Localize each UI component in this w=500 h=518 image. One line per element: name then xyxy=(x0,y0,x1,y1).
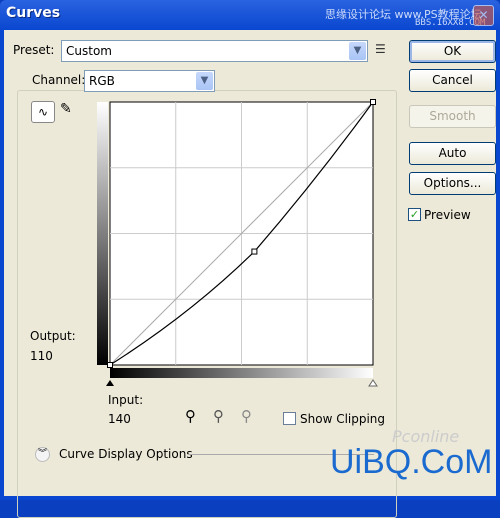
expand-chevron-icon[interactable]: ︾ xyxy=(35,447,50,462)
white-point-slider xyxy=(368,379,378,387)
show-clipping-checkbox[interactable] xyxy=(283,412,296,425)
black-eyedropper-icon[interactable]: ⚲ xyxy=(185,407,196,425)
output-label: Output: xyxy=(30,329,76,343)
close-icon[interactable]: ✕ xyxy=(473,5,494,26)
curve-point xyxy=(107,362,113,368)
curve-point xyxy=(370,99,376,105)
show-clipping-label: Show Clipping xyxy=(300,412,386,426)
gray-eyedropper-icon[interactable]: ⚲ xyxy=(213,407,224,425)
output-value: 110 xyxy=(30,349,53,363)
input-gradient-bar xyxy=(110,368,373,378)
input-value: 140 xyxy=(108,412,131,426)
black-point-slider xyxy=(106,380,114,386)
white-eyedropper-icon[interactable]: ⚲ xyxy=(241,407,252,425)
watermark-bottom: UiBQ.CoM xyxy=(330,443,493,481)
curve-display-options[interactable]: Curve Display Options xyxy=(59,447,193,461)
window-title: Curves xyxy=(6,5,61,21)
curve-point xyxy=(251,248,258,255)
input-label: Input: xyxy=(108,393,144,407)
output-gradient-bar xyxy=(97,102,108,365)
dialog-body: Preset: Custom ▼ ☰ OK Cancel Smooth Auto … xyxy=(4,30,496,518)
